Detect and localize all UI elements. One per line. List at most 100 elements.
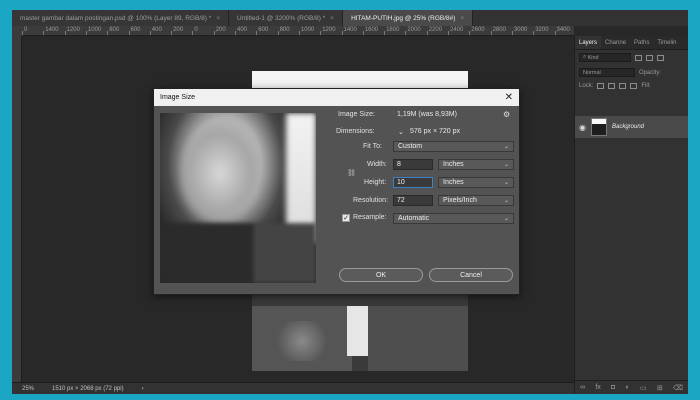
ruler-tick [192, 31, 194, 35]
filter-row: ⌕ Kind [575, 50, 688, 65]
dimensions-dropdown-icon[interactable]: ⌄ [398, 128, 404, 136]
link-icon[interactable]: ∞ [580, 384, 585, 391]
resolution-label: Resolution: [353, 197, 389, 204]
height-unit-select[interactable]: Inches ⌄ [438, 177, 514, 188]
ruler-tick-label: 2400 [450, 27, 464, 33]
dimensions-label: Dimensions: [336, 128, 375, 135]
kind-filter[interactable]: ⌕ Kind [579, 53, 631, 62]
resample-checkbox[interactable]: ✓ [342, 214, 350, 222]
gear-icon[interactable]: ⚙ [503, 110, 510, 119]
chevron-down-icon: ⌄ [503, 144, 509, 150]
ruler-tick-label: 200 [215, 27, 226, 33]
adjustment-filter-icon[interactable] [646, 54, 653, 61]
ruler-tick [149, 31, 151, 35]
resample-select[interactable]: Automatic ⌄ [393, 213, 514, 224]
constrain-link-icon[interactable]: ⛓ [347, 169, 356, 177]
ruler-tick-label: 1200 [322, 27, 336, 33]
fill-label: Fill: [641, 83, 651, 89]
ruler-tick [43, 31, 45, 35]
tab-channels[interactable]: Channe [601, 36, 630, 49]
ok-button[interactable]: OK [339, 268, 423, 282]
resample-value: Automatic [398, 215, 430, 222]
fx-icon[interactable]: fx [595, 384, 600, 391]
resolution-field[interactable]: 72 [393, 195, 433, 206]
tab-master-gambar[interactable]: master gambar dalam postingan.psd @ 100%… [12, 10, 230, 26]
ruler-tick [235, 31, 236, 35]
mask-icon[interactable]: ◘ [611, 384, 615, 391]
lock-all-icon[interactable] [630, 83, 638, 89]
ruler-tick-label: 2600 [471, 27, 485, 33]
tab-paths[interactable]: Paths [630, 36, 653, 49]
lock-pixels-icon[interactable] [597, 83, 605, 89]
kind-label: Kind [587, 54, 599, 61]
ruler-tick [128, 31, 130, 35]
ruler-tick [511, 31, 513, 35]
ruler-tick-label: 1800 [386, 27, 400, 33]
layers-panel: Layers Channe Paths Timelin ⌕ Kind Norma… [574, 36, 688, 394]
ruler-tick-label: 200 [173, 27, 184, 33]
ruler-tick [171, 31, 173, 35]
ruler-tick-label: 3000 [513, 27, 528, 33]
image-filter-icon[interactable] [635, 54, 642, 61]
preview-image [180, 123, 260, 223]
close-icon[interactable]: × [216, 15, 220, 22]
close-icon[interactable]: × [330, 15, 334, 22]
tab-timeline[interactable]: Timelin [653, 36, 680, 49]
ruler-tick [448, 31, 449, 35]
lock-move-icon[interactable] [619, 83, 627, 89]
ruler-tick [277, 31, 279, 35]
resolution-unit-select[interactable]: Pixels/Inch ⌄ [438, 195, 514, 206]
status-arrow-icon[interactable]: › [142, 386, 144, 392]
ruler-tick-label: 400 [151, 27, 162, 33]
dialog-title: Image Size [160, 94, 196, 101]
photo-region [272, 321, 332, 361]
trash-icon[interactable]: ⌫ [673, 384, 683, 392]
adjust-icon[interactable]: ◐ [626, 384, 630, 391]
width-unit-select[interactable]: Inches ⌄ [438, 159, 514, 170]
ruler-tick [469, 31, 471, 35]
close-icon[interactable]: × [460, 15, 464, 22]
height-field[interactable]: 10 [393, 177, 433, 188]
chevron-down-icon: ⌄ [503, 162, 509, 168]
tab-layers[interactable]: Layers [575, 36, 602, 49]
panel-footer: ∞ fx ◘ ◐ ▭ ⊞ ⌫ [575, 380, 688, 394]
ruler-tick [22, 31, 23, 35]
preview-image [160, 223, 316, 283]
vertical-ruler[interactable] [12, 36, 22, 382]
close-icon[interactable]: ✕ [505, 92, 513, 103]
ruler-tick-label: 3400 [556, 27, 570, 33]
ruler-tick-label: 1400 [343, 27, 357, 33]
ruler-tick-label: 2000 [407, 27, 421, 33]
ruler-tick-label: 3200 [535, 27, 549, 33]
ruler-tick [320, 31, 322, 35]
document-size: 1510 px × 2068 px (72 ppi) [52, 385, 124, 392]
image-preview[interactable] [160, 113, 316, 283]
dialog-title-bar[interactable]: Image Size ✕ [154, 89, 519, 106]
cancel-button[interactable]: Cancel [429, 268, 513, 282]
ruler-tick [64, 31, 66, 35]
dimensions-value: 576 px × 720 px [410, 128, 461, 135]
lock-paint-icon[interactable] [608, 83, 616, 89]
tab-untitled-1[interactable]: Untitled-1 @ 3200% (RGB/8) * × [229, 10, 344, 26]
eye-icon[interactable]: ◉ [579, 123, 586, 132]
lock-row: Lock: Fill: [575, 80, 688, 92]
fit-to-value: Custom [398, 143, 423, 150]
ruler-tick-label: 800 [279, 27, 290, 33]
ruler-tick-label: 1200 [66, 27, 80, 33]
text-filter-icon[interactable] [657, 54, 664, 61]
fit-to-select[interactable]: Custom ⌄ [393, 141, 514, 152]
opacity-label: Opacity: [639, 69, 662, 76]
new-layer-icon[interactable]: ⊞ [657, 384, 663, 392]
horizontal-ruler[interactable]: 0 1400 1200 1000 800 600 400 200 0 200 400 600 800 10… [22, 26, 574, 36]
blend-mode-select[interactable]: Normal [579, 68, 635, 77]
photoshop-window: master gambar dalam postingan.psd @ 100%… [12, 10, 688, 394]
ruler-tick-label: 0 [24, 27, 28, 33]
ruler-tick [213, 31, 215, 35]
folder-icon[interactable]: ▭ [640, 384, 647, 392]
tab-hitam-putih[interactable]: HITAM-PUTIH.jpg @ 25% (RGB/8#) × [343, 10, 474, 26]
height-label: Height: [364, 179, 387, 186]
chevron-down-icon: ⌄ [503, 216, 509, 222]
layer-row-background[interactable]: ◉ Background [575, 116, 688, 138]
zoom-level[interactable]: 25% [22, 386, 34, 392]
width-field[interactable]: 8 [393, 159, 433, 170]
